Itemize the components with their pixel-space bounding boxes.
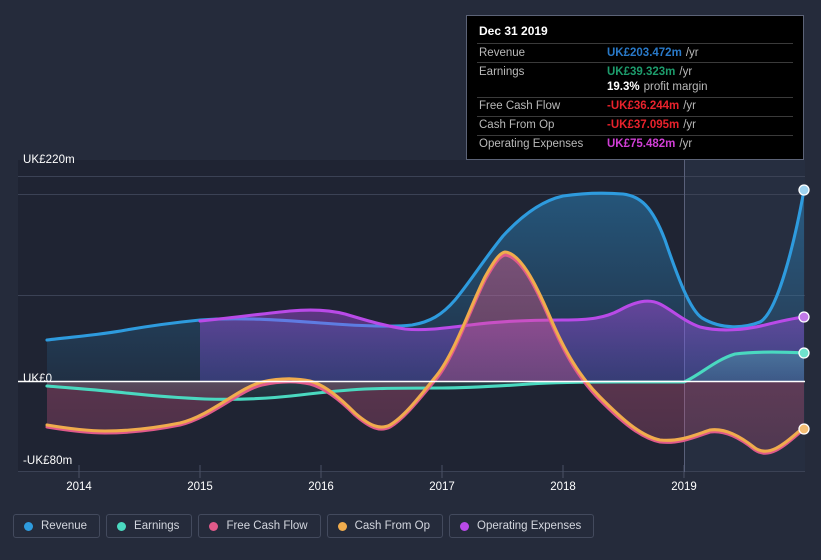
tooltip-value-revenue: UK£203.472m (607, 46, 682, 59)
tooltip-value-free-cash-flow: -UK£36.244m (607, 100, 680, 112)
tooltip-row-profit-margin: 19.3% profit margin (477, 81, 793, 97)
legend-item-free-cash-flow[interactable]: Free Cash Flow (198, 514, 321, 538)
tooltip-unit-cash-from-op: /yr (683, 119, 697, 131)
x-axis-label-2016: 2016 (308, 481, 334, 493)
chart-legend: Revenue Earnings Free Cash Flow Cash Fro… (13, 514, 595, 538)
tooltip-title: Dec 31 2019 (479, 24, 548, 38)
legend-item-revenue[interactable]: Revenue (13, 514, 101, 538)
x-axis-label-2014: 2014 (66, 481, 92, 493)
x-axis-label-2015: 2015 (187, 481, 213, 493)
legend-label-operating-expenses: Operating Expenses (477, 520, 582, 532)
endpoint-cash-from-op (798, 423, 810, 435)
tooltip-unit-free-cash-flow: /yr (683, 100, 697, 112)
tooltip-label-cash-from-op: Cash From Op (479, 119, 555, 131)
legend-item-cash-from-op[interactable]: Cash From Op (326, 514, 444, 538)
legend-item-operating-expenses[interactable]: Operating Expenses (449, 514, 595, 538)
tooltip-value-earnings: UK£39.323m (607, 65, 676, 78)
x-axis-label-2017: 2017 (429, 481, 455, 493)
tooltip-row-free-cash-flow: Free Cash Flow -UK£36.244m /yr (477, 96, 793, 116)
x-axis-label-2018: 2018 (550, 481, 576, 493)
legend-label-revenue: Revenue (41, 520, 88, 532)
endpoint-revenue (798, 184, 810, 196)
legend-label-earnings: Earnings (134, 520, 180, 532)
tooltip-unit-earnings: /yr (679, 65, 693, 78)
tooltip-label-free-cash-flow: Free Cash Flow (479, 100, 561, 112)
legend-dot-free-cash-flow (209, 521, 219, 531)
endpoint-operating-expenses (798, 311, 810, 323)
tooltip-row-revenue: Revenue UK£203.472m /yr (477, 43, 793, 62)
endpoint-earnings (798, 347, 810, 359)
legend-item-earnings[interactable]: Earnings (106, 514, 193, 538)
financial-chart: UK£220m UK£0 -UK£80m 2014 2015 2016 2017… (0, 0, 821, 560)
legend-dot-operating-expenses (460, 521, 470, 531)
tooltip-row-operating-expenses: Operating Expenses UK£75.482m /yr (477, 134, 793, 154)
tooltip-value-profit-margin: 19.3% (607, 81, 640, 93)
tooltip-row-cash-from-op: Cash From Op -UK£37.095m /yr (477, 115, 793, 135)
legend-label-free-cash-flow: Free Cash Flow (226, 520, 308, 532)
tooltip-unit-revenue: /yr (685, 46, 699, 59)
legend-dot-earnings (117, 521, 127, 531)
legend-dot-cash-from-op (337, 521, 347, 531)
tooltip-label-operating-expenses: Operating Expenses (479, 138, 584, 150)
tooltip-unit-profit-margin: profit margin (643, 81, 708, 93)
tooltip-value-cash-from-op: -UK£37.095m (607, 119, 680, 131)
tooltip-label-revenue: Revenue (479, 46, 526, 59)
tooltip-unit-operating-expenses: /yr (679, 138, 693, 150)
legend-label-cash-from-op: Cash From Op (354, 520, 431, 532)
legend-dot-revenue (24, 521, 33, 531)
chart-tooltip: Dec 31 2019 Revenue UK£203.472m /yr Earn… (466, 15, 804, 160)
x-axis-label-2019: 2019 (671, 481, 697, 493)
tooltip-value-operating-expenses: UK£75.482m (607, 138, 676, 150)
tooltip-row-earnings: Earnings UK£39.323m /yr (477, 62, 793, 81)
tooltip-label-earnings: Earnings (479, 65, 525, 78)
